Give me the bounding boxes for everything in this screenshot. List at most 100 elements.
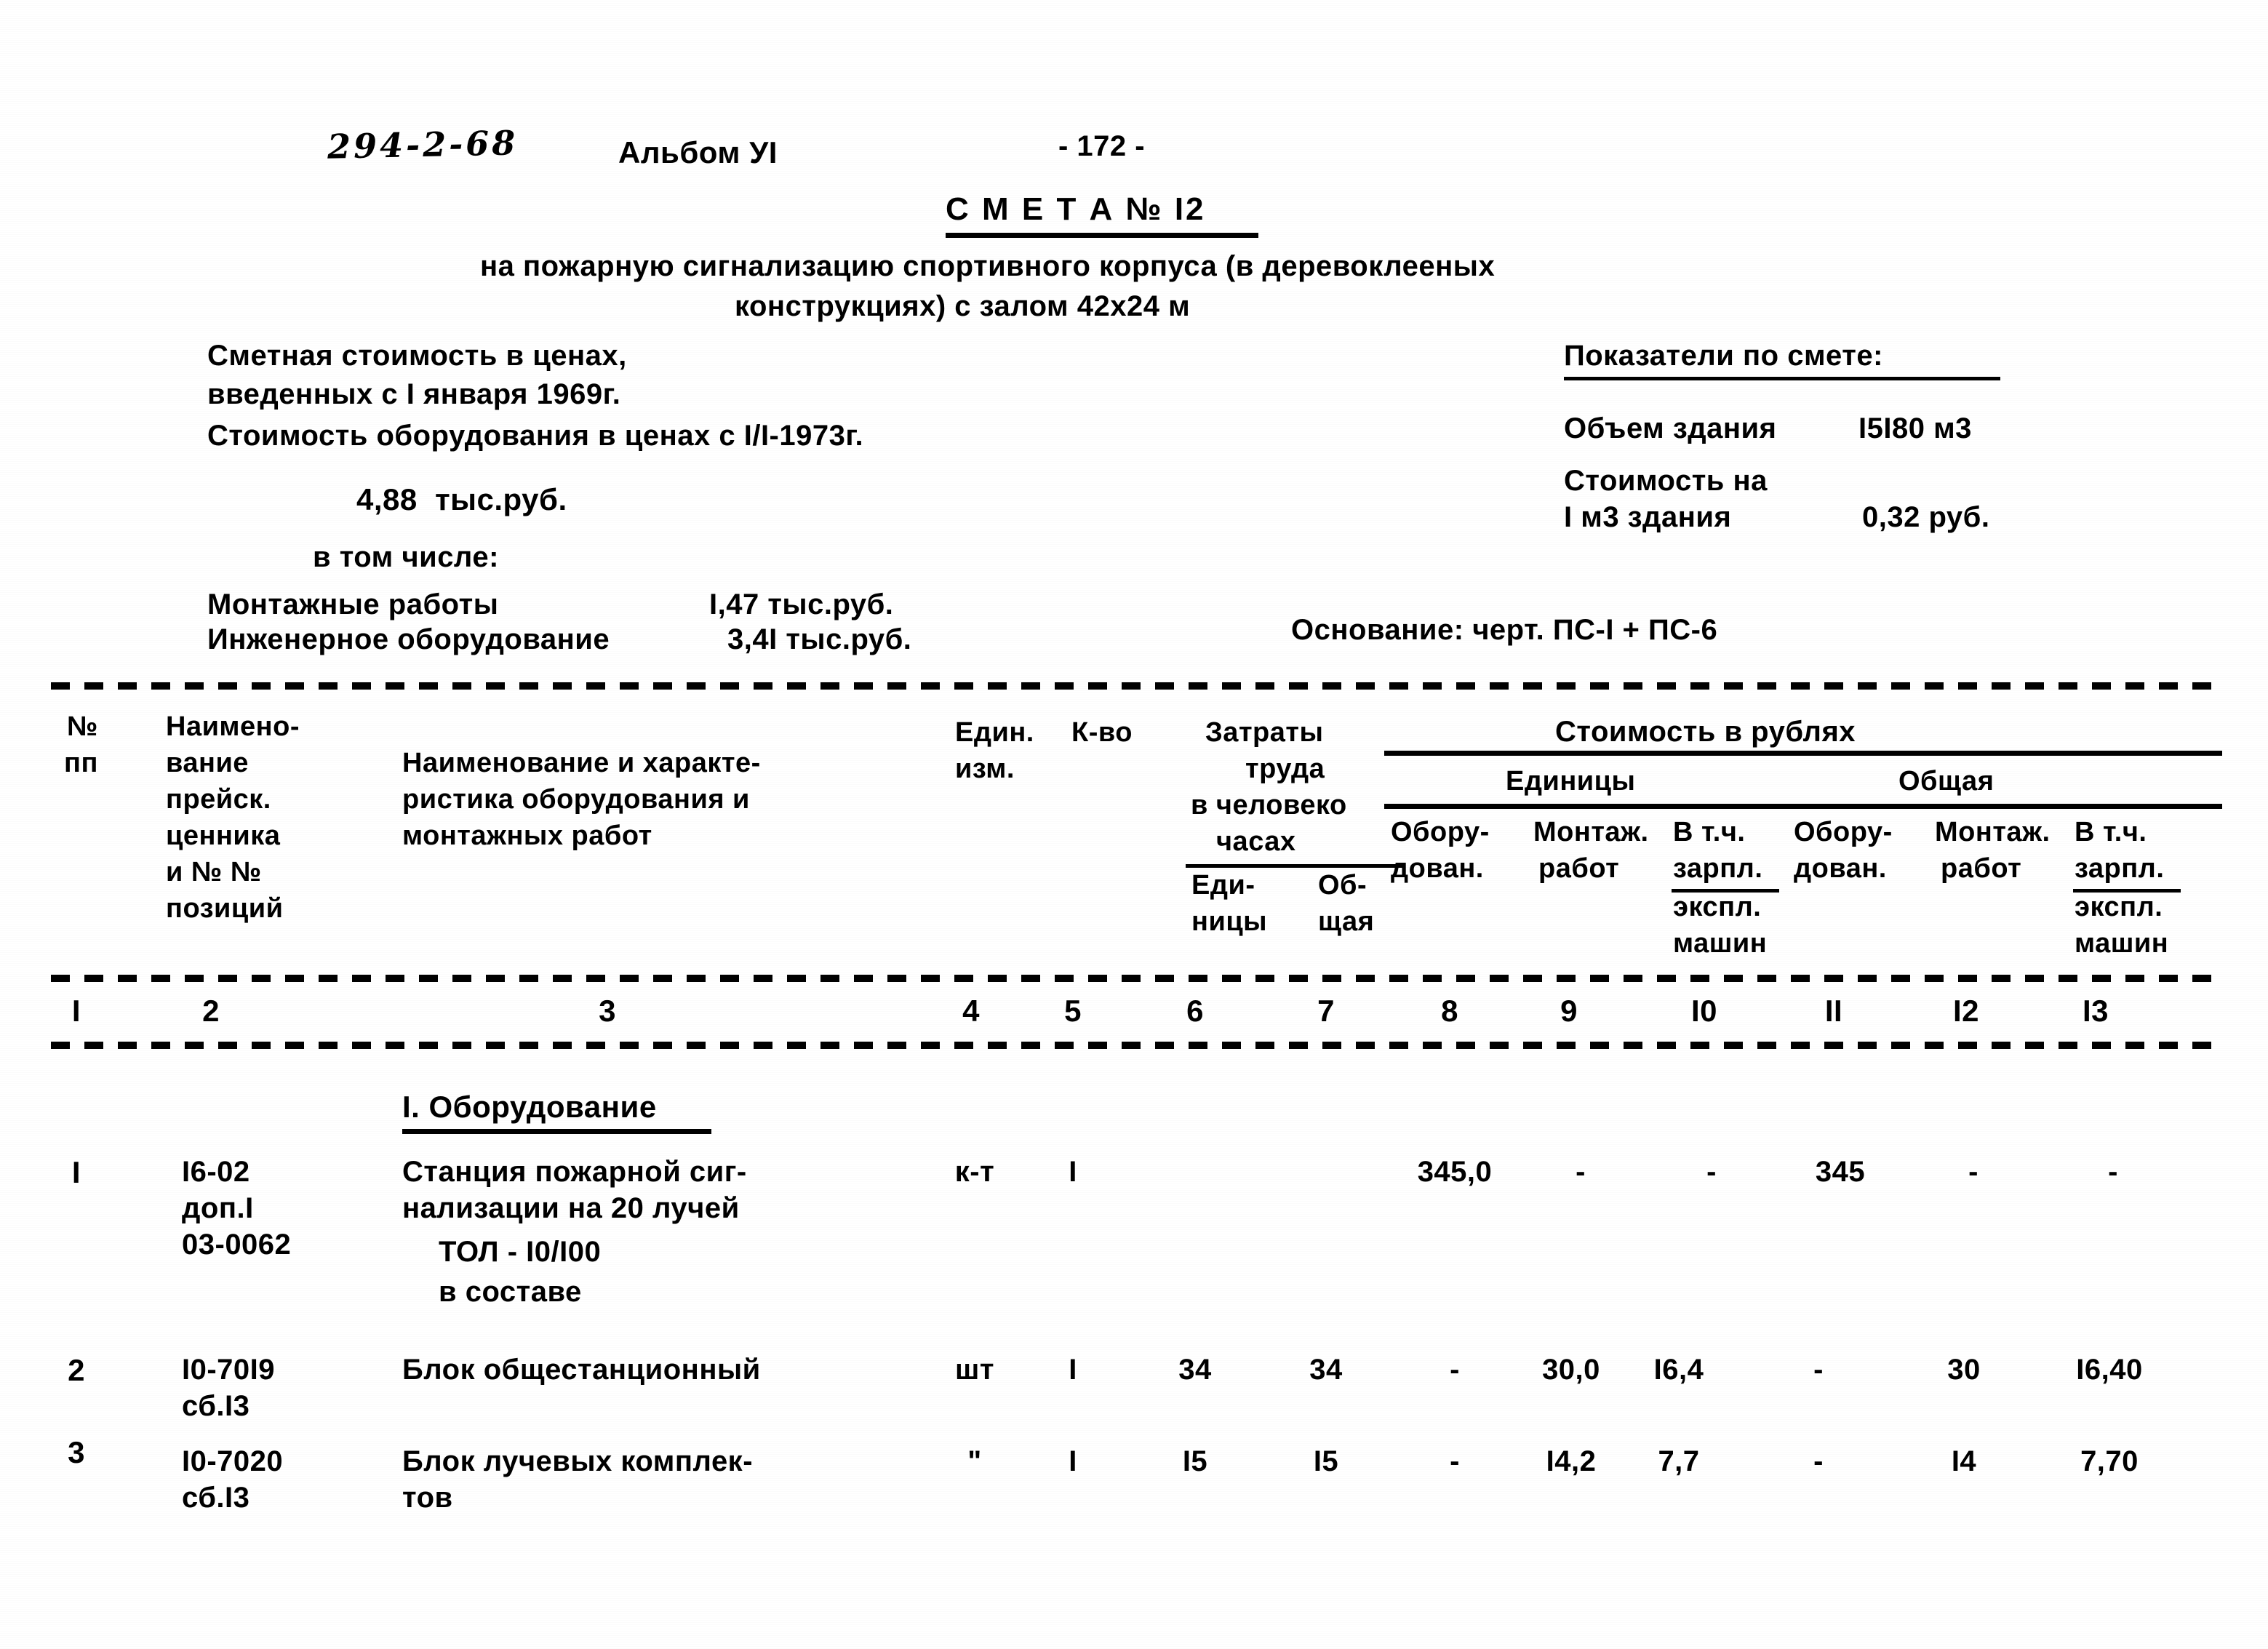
th-cost-group-underline [1384, 751, 2222, 756]
subtitle-line-1: на пожарную сигнализацию спортивного кор… [480, 250, 1496, 282]
th-labor-line-1: Затраты [1205, 717, 1324, 748]
scan-grain-overlay [0, 0, 2268, 1649]
row-cost-unit-salary: - [1706, 1156, 1717, 1188]
equipment-price-line: Стоимость оборудования в ценах с I/I-197… [207, 420, 864, 452]
th-unit-line-1: Един. [955, 717, 1034, 748]
subtitle-line-2: конструкциях) с залом 42х24 м [735, 290, 1191, 322]
row-name-line-2: тов [402, 1482, 453, 1514]
total-cost-value: 4,88 тыс.руб. [356, 482, 567, 516]
th-labor-line-3: в человеко [1191, 790, 1347, 820]
th-name-line-2: ристика оборудования и [402, 784, 750, 815]
row-name-line-4: в составе [439, 1276, 582, 1308]
row-cost-total-salary: - [2108, 1156, 2118, 1188]
engineering-equipment-label: Инженерное оборудование [207, 623, 610, 655]
cost-line-1: Сметная стоимость в ценах, [207, 340, 627, 372]
row-cost-total-salary: 7,70 [2080, 1445, 2139, 1477]
row-qty: I [1069, 1354, 1077, 1386]
document-code: 294-2-68 [327, 123, 519, 167]
col-number-6: 6 [1186, 994, 1204, 1028]
row-cost-total-equipment: - [1813, 1354, 1824, 1386]
row-cost-total-assembly: - [1968, 1156, 1978, 1188]
row-cost-total-assembly: 30 [1947, 1354, 1981, 1386]
row-no: I [71, 1155, 81, 1189]
table-top-border [51, 682, 2215, 690]
engineering-equipment-value: 3,4I тыс.руб. [727, 623, 912, 655]
row-cost-total-equipment: - [1813, 1445, 1824, 1477]
col-number-11: II [1824, 994, 1843, 1028]
th-price-code-line-2: вание [166, 748, 249, 778]
col-number-12: I2 [1952, 994, 1980, 1028]
th-c8-line-2: дован. [1391, 853, 1484, 884]
row-cost-unit-assembly: - [1576, 1156, 1586, 1188]
col-number-5: 5 [1064, 994, 1082, 1028]
row-cost-unit-assembly: I4,2 [1546, 1445, 1597, 1477]
row-cost-total-salary: I6,40 [2076, 1354, 2143, 1386]
row-labor-total: I5 [1313, 1445, 1339, 1477]
row-name-line-1: Блок лучевых комплек- [402, 1445, 754, 1477]
smeta-title: С М Е Т А № I2 [946, 191, 1206, 227]
assembly-works-value: I,47 тыс.руб. [709, 588, 894, 620]
including-label: в том числе: [313, 541, 499, 573]
th-c13-line-2: зарпл. [2075, 853, 2165, 884]
row-no: 3 [68, 1435, 85, 1469]
assembly-works-label: Монтажные работы [207, 588, 499, 620]
th-price-code-line-3: прейск. [166, 784, 271, 815]
row-name-line-3: ТОЛ - I0/I00 [439, 1236, 602, 1268]
th-labor-underline [1186, 864, 1404, 868]
row-labor-total: 34 [1309, 1354, 1343, 1386]
col-number-2: 2 [202, 994, 220, 1028]
th-price-code-line-1: Наимено- [166, 711, 300, 742]
th-labor-unit-line-1: Еди- [1191, 870, 1255, 901]
table-colnum-top-border [51, 975, 2215, 982]
row-cost-unit-equipment: - [1450, 1445, 1460, 1477]
th-c9-line-1: Монтаж. [1533, 817, 1649, 847]
section-title-equipment: I. Оборудование [402, 1090, 657, 1124]
th-c11-line-1: Обору- [1794, 817, 1893, 847]
row-name-line-2: нализации на 20 лучей [402, 1192, 740, 1224]
indicators-title-underline [1564, 377, 2000, 380]
building-volume-value: I5I80 м3 [1858, 412, 1972, 444]
th-qty: К-во [1071, 717, 1133, 748]
th-cost-group-title: Стоимость в рублях [1555, 716, 1856, 748]
row-cost-unit-assembly: 30,0 [1542, 1354, 1600, 1386]
col-number-8: 8 [1441, 994, 1458, 1028]
th-total-group: Общая [1898, 766, 1995, 796]
indicators-title: Показатели по смете: [1564, 340, 1883, 372]
th-c9-line-2: работ [1538, 853, 1620, 884]
row-labor-unit: I5 [1182, 1445, 1208, 1477]
row-qty: I [1069, 1445, 1077, 1477]
row-qty: I [1069, 1156, 1077, 1188]
row-cost-unit-salary: I6,4 [1653, 1354, 1704, 1386]
col-number-10: I0 [1690, 994, 1718, 1028]
row-unit: " [967, 1445, 982, 1477]
th-labor-line-4: часах [1216, 826, 1296, 857]
col-number-3: 3 [599, 994, 616, 1028]
th-c10-line-1: В т.ч. [1673, 817, 1746, 847]
row-price-code-line-2: доп.I [182, 1192, 254, 1224]
th-c8-line-1: Обору- [1391, 817, 1490, 847]
th-labor-unit-line-2: ницы [1191, 906, 1268, 937]
page-number: - 172 - [1058, 130, 1146, 162]
th-price-code-line-6: позиций [166, 893, 284, 924]
row-cost-total-assembly: I4 [1951, 1445, 1977, 1477]
row-price-code-line-1: I0-70I9 [182, 1354, 276, 1386]
row-price-code-line-1: I0-7020 [182, 1445, 284, 1477]
th-name-line-3: монтажных работ [402, 820, 652, 851]
row-price-code-line-1: I6-02 [182, 1156, 250, 1188]
th-labor-line-2: труда [1245, 754, 1325, 784]
basis-reference: Основание: черт. ПС-I + ПС-6 [1291, 614, 1718, 646]
col-number-1: I [71, 994, 81, 1028]
section-title-underline [402, 1129, 711, 1134]
row-price-code-line-2: сб.I3 [182, 1390, 250, 1422]
row-cost-total-equipment: 345 [1815, 1156, 1866, 1188]
th-labor-total-line-1: Об- [1318, 870, 1367, 901]
row-cost-unit-equipment: 345,0 [1417, 1156, 1493, 1188]
th-price-code-line-4: ценника [166, 820, 281, 851]
album-label: Альбом УI [618, 135, 778, 169]
th-price-code-line-5: и № № [166, 857, 262, 887]
th-c11-line-2: дован. [1794, 853, 1887, 884]
row-cost-unit-salary: 7,7 [1658, 1445, 1700, 1477]
building-volume-label: Объем здания [1564, 412, 1777, 444]
th-no-line-2: пп [64, 748, 98, 778]
row-price-code-line-2: сб.I3 [182, 1482, 250, 1514]
